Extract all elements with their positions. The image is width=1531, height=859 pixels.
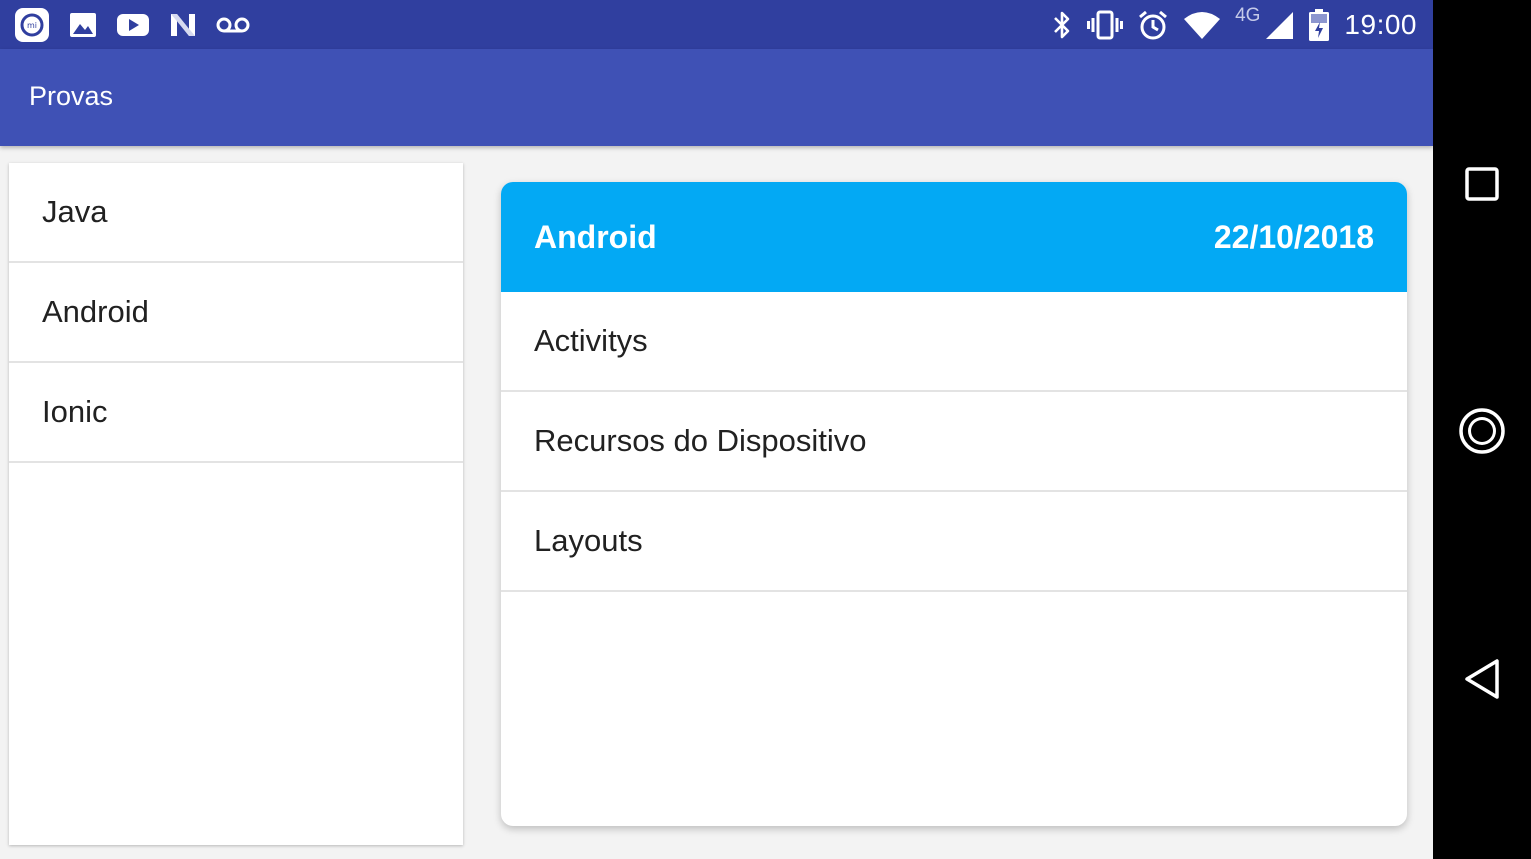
mi-app-icon: mi — [14, 7, 50, 43]
topic-item-layouts[interactable]: Layouts — [501, 492, 1407, 592]
exam-detail-card: Android 22/10/2018 Activitys Recursos do… — [501, 182, 1407, 826]
back-button[interactable] — [1433, 630, 1531, 728]
list-item-ionic[interactable]: Ionic — [9, 363, 463, 463]
voicemail-icon — [216, 15, 250, 35]
list-item-java[interactable]: Java — [9, 163, 463, 263]
navigation-bar — [1433, 0, 1531, 859]
card-title: Android — [534, 218, 657, 255]
topic-item-activitys[interactable]: Activitys — [501, 292, 1407, 392]
exam-list: Java Android Ionic — [9, 163, 463, 845]
topic-item-recursos[interactable]: Recursos do Dispositivo — [501, 392, 1407, 492]
svg-text:mi: mi — [27, 21, 37, 30]
card-header: Android 22/10/2018 — [501, 182, 1407, 292]
cell-signal-icon — [1264, 10, 1294, 40]
network-type-label: 4G — [1235, 5, 1261, 26]
back-icon — [1465, 659, 1499, 699]
n-app-icon — [168, 10, 198, 40]
youtube-icon — [116, 11, 150, 39]
clock: 19:00 — [1344, 9, 1417, 40]
alarm-icon — [1137, 9, 1169, 41]
notification-icons: mi — [14, 7, 250, 43]
system-icons: 4G 19:00 — [1051, 5, 1417, 44]
status-bar: mi 4G 19:00 — [0, 0, 1433, 49]
gallery-icon — [68, 10, 98, 40]
bluetooth-icon — [1051, 9, 1073, 41]
app-screen: mi 4G 19:00 Provas Java Android Ionic An… — [0, 0, 1433, 859]
home-button[interactable] — [1433, 382, 1531, 480]
vibrate-icon — [1087, 10, 1124, 40]
recents-button[interactable] — [1433, 135, 1531, 233]
home-icon — [1459, 408, 1505, 454]
app-bar: Provas — [0, 49, 1433, 146]
list-item-android[interactable]: Android — [9, 263, 463, 363]
wifi-icon — [1183, 10, 1221, 40]
card-date: 22/10/2018 — [1213, 218, 1374, 255]
recents-icon — [1465, 167, 1499, 201]
battery-charging-icon — [1308, 8, 1330, 42]
app-title: Provas — [29, 81, 114, 111]
